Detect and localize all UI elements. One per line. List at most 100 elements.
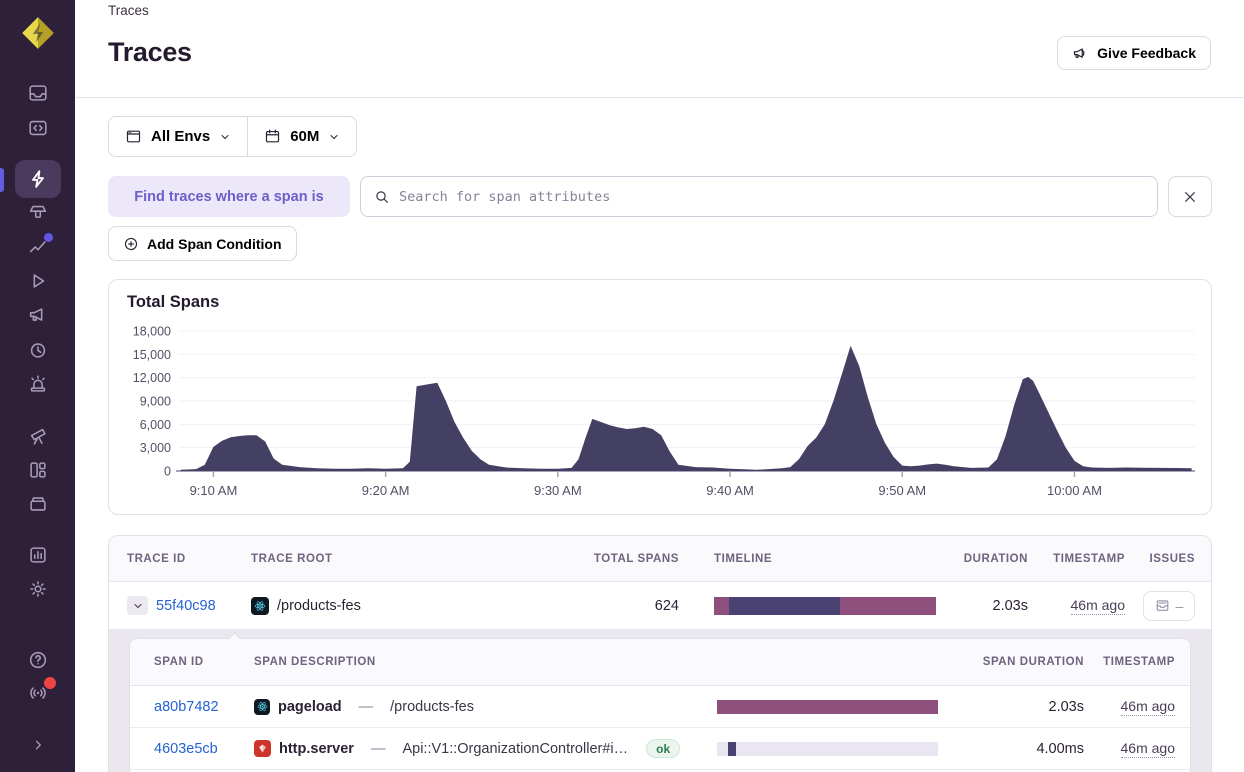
- help-icon: [29, 651, 46, 669]
- traces-table: TRACE ID TRACE ROOT TOTAL SPANS TIMELINE…: [108, 535, 1212, 772]
- svg-text:9:50 AM: 9:50 AM: [878, 483, 926, 498]
- notification-dot: [44, 233, 53, 242]
- chevron-down-icon: [134, 603, 141, 608]
- add-span-condition-button[interactable]: Add Span Condition: [108, 226, 297, 261]
- time-range-filter[interactable]: 60M: [247, 117, 357, 156]
- play-icon: [33, 274, 44, 288]
- sidebar-item-feedback[interactable]: [0, 298, 75, 332]
- breadcrumb[interactable]: Traces: [108, 3, 149, 18]
- megaphone-icon: [29, 308, 42, 321]
- gear-icon: [29, 581, 46, 597]
- span-row: a80b7482 pageload — /products-fes 2.03s …: [130, 686, 1190, 728]
- give-feedback-button[interactable]: Give Feedback: [1057, 36, 1211, 70]
- sidebar-item-projects[interactable]: [0, 111, 75, 145]
- span-description: Api::V1::OrganizationController#i…: [402, 740, 629, 757]
- sidebar-item-discover[interactable]: [0, 419, 75, 453]
- sidebar-item-alerts[interactable]: [0, 367, 75, 401]
- sidebar-item-releases[interactable]: [0, 333, 75, 367]
- search-input[interactable]: [399, 188, 1144, 205]
- sidebar-collapse-button[interactable]: [0, 728, 75, 762]
- svg-text:6,000: 6,000: [140, 418, 171, 432]
- sidebar-item-stats[interactable]: [0, 538, 75, 572]
- svg-text:9:10 AM: 9:10 AM: [190, 483, 238, 498]
- svg-text:0: 0: [164, 465, 171, 479]
- trace-id-link[interactable]: 55f40c98: [156, 598, 216, 614]
- total-spans-panel: Total Spans 0 3,000 6,000 9,000 12,000 15,000…: [108, 279, 1212, 515]
- svg-text:15,000: 15,000: [133, 348, 171, 362]
- span-description: /products-fes: [390, 698, 474, 715]
- separator: —: [358, 698, 374, 715]
- svg-text:9,000: 9,000: [140, 395, 171, 409]
- span-duration-bar: [717, 699, 938, 714]
- span-op: http.server: [279, 740, 354, 757]
- total-spans-value: 624: [654, 597, 679, 614]
- sidebar-item-settings[interactable]: [0, 572, 75, 606]
- col-span-duration: SPAN DURATION: [982, 656, 1084, 668]
- time-range-filter-label: 60M: [290, 128, 320, 145]
- logo-icon: [21, 17, 54, 49]
- window-icon: [126, 130, 141, 143]
- traces-table-header: TRACE ID TRACE ROOT TOTAL SPANS TIMELINE…: [109, 536, 1211, 582]
- broadcast-alert-dot: [44, 677, 56, 689]
- svg-text:9:30 AM: 9:30 AM: [534, 483, 582, 498]
- sidebar-item-archive[interactable]: [0, 487, 75, 521]
- close-icon: [1185, 191, 1195, 202]
- col-trace-id: TRACE ID: [127, 552, 186, 565]
- col-timeline: TIMELINE: [714, 552, 773, 565]
- col-trace-root: TRACE ROOT: [251, 552, 333, 565]
- span-timestamp-value: 46m ago: [1120, 740, 1175, 758]
- span-duration-value: 2.03s: [1048, 698, 1084, 715]
- sentry-logo[interactable]: [0, 14, 75, 52]
- span-op: pageload: [278, 698, 342, 715]
- svg-text:9:40 AM: 9:40 AM: [706, 483, 754, 498]
- clear-search-button[interactable]: [1168, 176, 1212, 217]
- trace-issues-button[interactable]: –: [1143, 590, 1195, 621]
- col-span-description: SPAN DESCRIPTION: [254, 656, 376, 668]
- ruby-platform-icon: [254, 740, 271, 757]
- svg-text:18,000: 18,000: [133, 325, 171, 339]
- span-duration-value: 4.00ms: [1036, 740, 1084, 757]
- trace-root-value: /products-fes: [277, 597, 361, 614]
- col-timestamp: TIMESTAMP: [1053, 552, 1125, 565]
- total-spans-chart: 0 3,000 6,000 9,000 12,000 15,000 18,000 9:10 A…: [133, 325, 1195, 498]
- plus-circle-icon: [124, 237, 138, 250]
- span-id-link[interactable]: a80b7482: [154, 699, 219, 715]
- sidebar-item-replays[interactable]: [0, 264, 75, 298]
- col-span-timestamp: TIMESTAMP: [1103, 656, 1175, 668]
- environment-filter[interactable]: All Envs: [109, 117, 248, 156]
- add-span-condition-label: Add Span Condition: [147, 235, 282, 252]
- sidebar-item-broadcasts[interactable]: [0, 676, 75, 710]
- svg-text:9:20 AM: 9:20 AM: [362, 483, 410, 498]
- col-issues: ISSUES: [1149, 552, 1195, 565]
- sidebar-item-dashboards[interactable]: [0, 453, 75, 487]
- span-status-badge: ok: [646, 739, 681, 758]
- separator: —: [370, 740, 386, 757]
- col-total-spans: TOTAL SPANS: [593, 552, 679, 565]
- sidebar-item-traces[interactable]: [0, 160, 75, 198]
- col-duration: DURATION: [963, 552, 1028, 565]
- span-row: 4603e5cb http.server — Api::V1::Organiza…: [130, 728, 1190, 770]
- trace-duration-value: 2.03s: [992, 597, 1028, 614]
- react-platform-icon: [254, 698, 270, 715]
- code-folder-icon: [28, 120, 47, 136]
- sidebar-item-insights[interactable]: [0, 196, 75, 230]
- span-id-link[interactable]: 4603e5cb: [154, 741, 218, 757]
- span-duration-bar: [717, 741, 938, 756]
- svg-text:12,000: 12,000: [133, 371, 171, 385]
- active-pill: [14, 160, 61, 198]
- issues-icon: [1156, 600, 1168, 611]
- sidebar-item-help[interactable]: [0, 643, 75, 677]
- expand-trace-button[interactable]: [127, 596, 148, 615]
- give-feedback-label: Give Feedback: [1097, 45, 1196, 61]
- sidebar-item-issues[interactable]: [0, 76, 75, 110]
- main-content: Traces Traces Give Feedback All Envs 60M…: [75, 0, 1244, 772]
- telescope-icon: [30, 428, 46, 445]
- chevron-right-icon: [35, 740, 41, 750]
- sidebar-item-performance[interactable]: [0, 230, 75, 264]
- span-table-header: SPAN ID SPAN DESCRIPTION SPAN DURATION T…: [130, 639, 1190, 686]
- header-divider: [75, 97, 1244, 98]
- funnel-icon: [29, 205, 46, 218]
- calendar-icon: [266, 129, 280, 143]
- span-attributes-search[interactable]: [360, 176, 1158, 217]
- bar-chart-icon: [29, 547, 46, 563]
